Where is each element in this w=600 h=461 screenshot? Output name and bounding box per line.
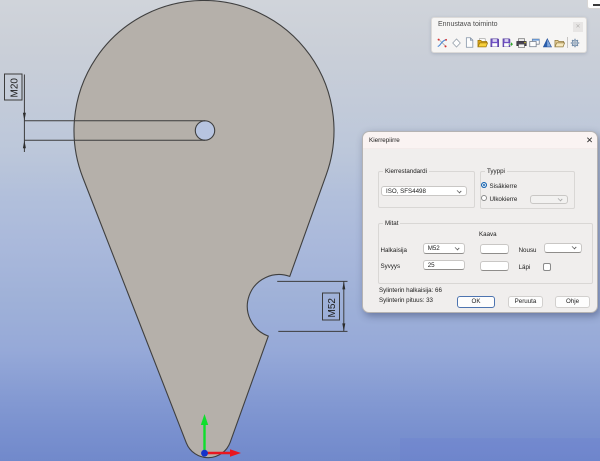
svg-text:M52: M52 [327, 298, 338, 318]
svg-text:M20: M20 [9, 78, 20, 98]
